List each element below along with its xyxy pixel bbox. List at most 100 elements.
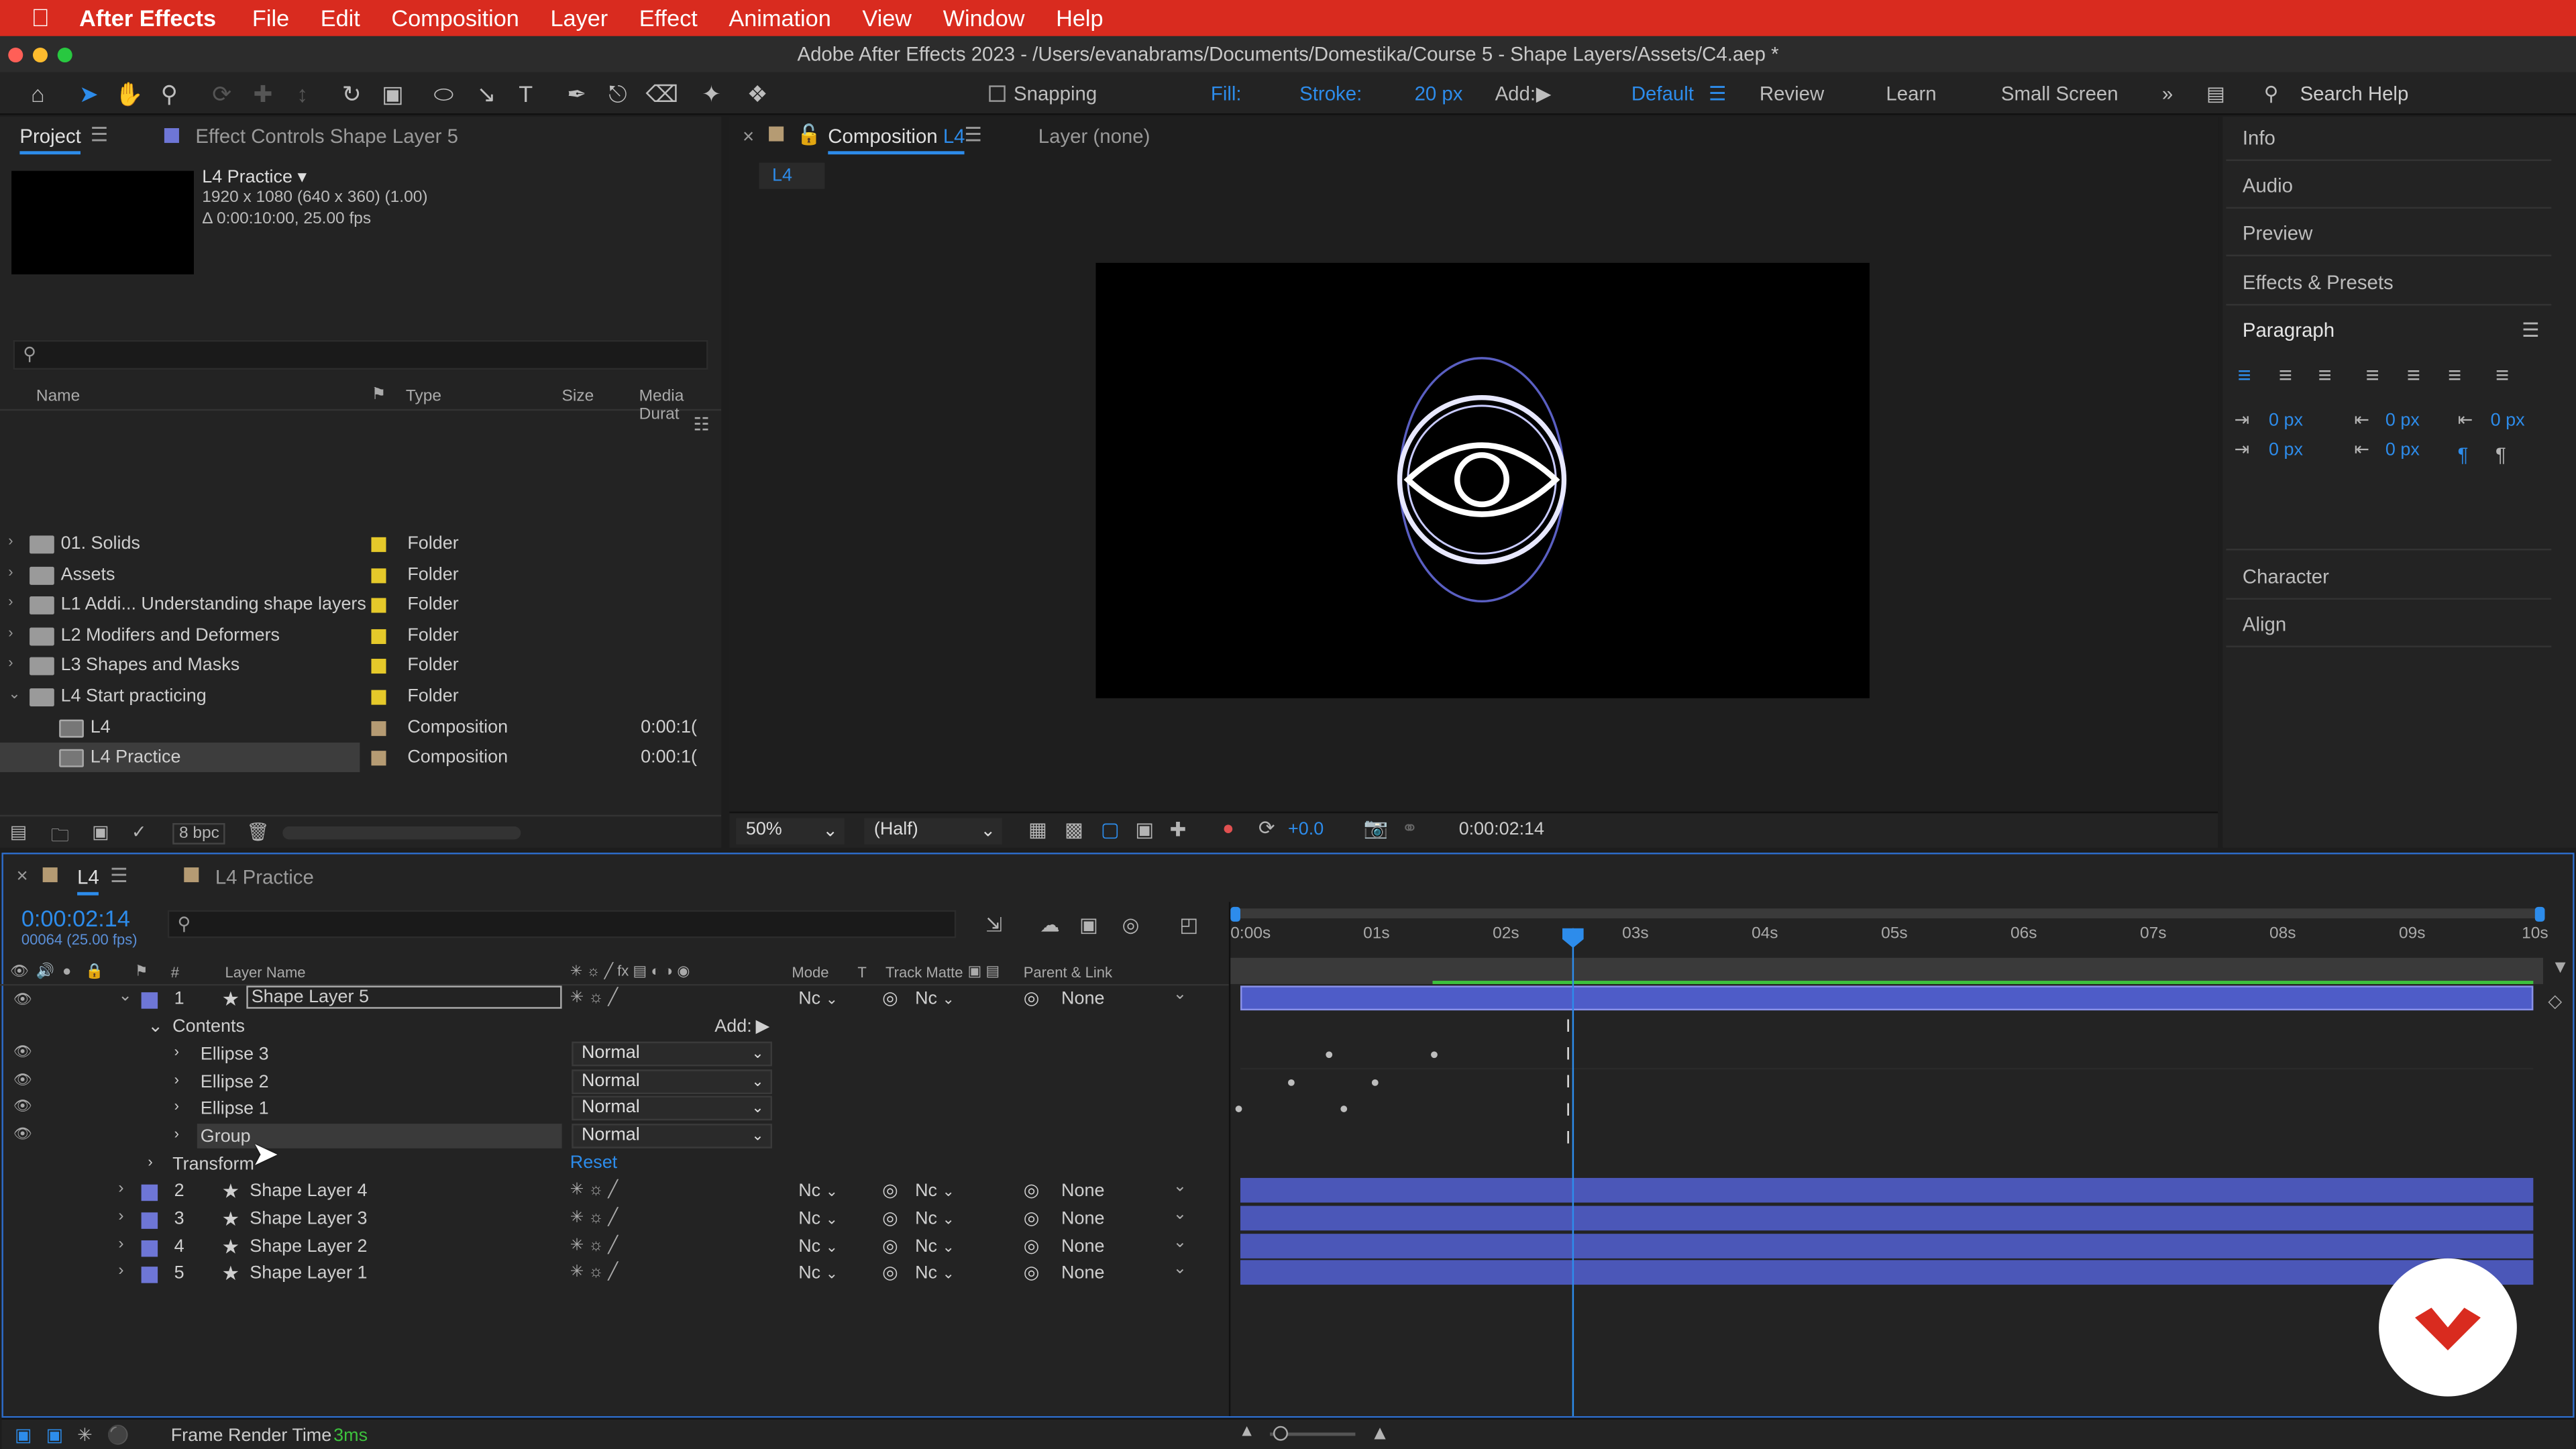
character-panel-header[interactable]: Character — [2243, 565, 2329, 588]
render-time-icon[interactable]: ⚫ — [107, 1424, 129, 1446]
zoom-tool-icon[interactable]: ⚲ — [156, 80, 182, 107]
col-mode[interactable]: Mode — [792, 965, 828, 981]
dolly-tool-icon[interactable]: ↕ — [289, 80, 315, 107]
stroke-label[interactable]: Stroke: — [1299, 82, 1362, 105]
label-color[interactable] — [371, 690, 386, 705]
expand-arrow-icon[interactable]: › — [174, 1097, 179, 1124]
comp-viewer[interactable] — [1095, 262, 1870, 698]
tab-layer[interactable]: Layer (none) — [1038, 125, 1150, 148]
info-panel-header[interactable]: Info — [2243, 127, 2275, 150]
contents-toggle[interactable]: ⌄ — [148, 1015, 163, 1041]
expand-arrow-icon[interactable]: › — [8, 532, 13, 548]
maximize-window-button[interactable] — [57, 48, 72, 63]
keyframe-ellipse1-2[interactable] — [1340, 1106, 1348, 1112]
justify-last-left-icon[interactable]: ≡ — [2366, 362, 2379, 388]
eraser-tool-icon[interactable]: ⌫ — [645, 80, 678, 107]
expand-arrow-icon[interactable]: › — [118, 1262, 123, 1280]
work-area-start-handle[interactable] — [1230, 906, 1240, 922]
label-color[interactable] — [371, 537, 386, 552]
track-matte-dropdown[interactable]: Nc ⌄ — [915, 1237, 955, 1256]
transform-toggle[interactable]: › — [148, 1153, 152, 1179]
parent-dropdown[interactable]: None — [1061, 1237, 1104, 1256]
lock-icon[interactable]: 🔓 — [797, 123, 822, 146]
contents-item-name[interactable]: Ellipse 2 — [201, 1073, 269, 1099]
menu-window[interactable]: Window — [943, 5, 1025, 31]
timeline-layer-row[interactable]: 👁 ⌄ 1 ★ Shape Layer 5 ✳ ☼ ╱ Nc ⌄ ◎ Nc ⌄ ◎ None ⌄ — [0, 985, 1229, 1014]
comp-breadcrumb-l4[interactable]: L4 — [759, 162, 825, 189]
label-color[interactable] — [371, 720, 386, 736]
color-channels-icon[interactable]: ● — [1222, 816, 1234, 839]
brush-tool-icon[interactable]: ✒ — [564, 80, 590, 107]
expand-arrow-icon[interactable]: › — [8, 655, 13, 671]
shy-layers-icon[interactable]: ▣ — [1079, 914, 1098, 936]
zoom-dropdown[interactable]: 50% ⌄ — [736, 818, 845, 845]
reset-exposure-icon[interactable]: ⟳ — [1258, 816, 1275, 839]
eye-icon[interactable]: 👁 — [13, 991, 32, 1009]
layer-bar-shape-layer-3[interactable] — [1240, 1205, 2534, 1231]
zoom-slider-handle[interactable] — [1273, 1426, 1288, 1441]
matte-pickwhip-icon[interactable]: ◎ — [882, 987, 898, 1008]
panel-menu-icon[interactable]: ☰ — [2522, 319, 2539, 341]
keyframe-ellipse2-2[interactable] — [1371, 1079, 1379, 1086]
col-name[interactable]: Name — [36, 388, 80, 406]
expand-arrow-icon[interactable]: › — [118, 1208, 123, 1226]
apple-icon[interactable]:  — [32, 4, 50, 32]
transparency-grid-icon[interactable]: ▩ — [1065, 818, 1083, 841]
expand-arrow-icon[interactable]: › — [174, 1043, 179, 1069]
layer-bar-shape-layer-1[interactable] — [1240, 1260, 2534, 1285]
panel-menu-icon[interactable]: ☰ — [110, 864, 127, 887]
layer-name[interactable]: Shape Layer 1 — [250, 1263, 367, 1283]
space-before-value[interactable]: 0 px — [2385, 411, 2420, 430]
contents-item-name[interactable]: Group — [201, 1127, 251, 1153]
parent-pickwhip-icon[interactable]: ◎ — [1024, 1179, 1040, 1201]
anchor-tool-icon[interactable]: ▣ — [380, 80, 406, 107]
home-icon[interactable]: ⌂ — [25, 80, 51, 107]
matte-pickwhip-icon[interactable]: ◎ — [882, 1236, 898, 1256]
indent-left-value[interactable]: 0 px — [2269, 411, 2303, 430]
snapshot-icon[interactable]: 📷 — [1364, 816, 1389, 839]
expand-arrow-icon[interactable]: › — [8, 594, 13, 610]
blend-mode-dropdown[interactable]: Normal ⌄ — [572, 1095, 773, 1121]
workspace-small-screen[interactable]: Small Screen — [2001, 82, 2118, 105]
timeline-layer-row[interactable]: › 4 ★ Shape Layer 2 ✳ ☼ ╱ Nc ⌄ ◎ Nc ⌄ ◎ None ⌄ — [0, 1234, 1229, 1262]
draft-3d-icon[interactable]: ☁ — [1040, 914, 1059, 936]
expand-arrow-icon[interactable]: › — [118, 1179, 123, 1197]
panel-toggle-icon[interactable]: ▤ — [2206, 82, 2225, 105]
guides-icon[interactable]: ✚ — [1170, 818, 1187, 841]
menu-effect[interactable]: Effect — [639, 5, 698, 31]
layer-switches-icons[interactable]: ✳ ☼ ╱ — [570, 1237, 618, 1255]
project-item[interactable]: L4 Composition 0:00:1( — [0, 712, 718, 742]
eye-icon[interactable]: 👁 — [13, 1126, 32, 1152]
exposure-value[interactable]: +0.0 — [1288, 820, 1324, 839]
panel-menu-icon[interactable]: ☰ — [965, 123, 982, 146]
layer-bar-shape-layer-4[interactable] — [1240, 1177, 2534, 1203]
label-color[interactable] — [371, 751, 386, 766]
justify-last-center-icon[interactable]: ≡ — [2407, 362, 2420, 388]
audio-panel-header[interactable]: Audio — [2243, 174, 2293, 197]
orbit-tool-icon[interactable]: ⟳ — [209, 80, 235, 107]
workspace-learn[interactable]: Learn — [1886, 82, 1936, 105]
align-right-icon[interactable]: ≡ — [2318, 362, 2332, 388]
keyframe-ellipse2-1[interactable] — [1288, 1079, 1295, 1086]
graph-editor-icon[interactable]: ◰ — [1179, 914, 1198, 936]
timeline-current-time[interactable]: 0:00:02:14 — [21, 905, 130, 931]
parent-pickwhip-icon[interactable]: ◎ — [1024, 1262, 1040, 1283]
col-layer-name[interactable]: Layer Name — [225, 965, 306, 981]
flowchart-icon[interactable]: ☷ — [693, 414, 709, 435]
label-color[interactable] — [371, 659, 386, 675]
layer-bar-shape-layer-2[interactable] — [1240, 1234, 2534, 1258]
pen-tool-icon[interactable]: ↘ — [473, 80, 499, 107]
justify-last-right-icon[interactable]: ≡ — [2448, 362, 2461, 388]
transfer-controls-icon[interactable]: ▣ — [46, 1424, 63, 1446]
layer-mode-dropdown[interactable]: Nc ⌄ — [798, 1237, 838, 1256]
eye-icon[interactable]: 👁 — [13, 1043, 32, 1069]
menu-edit[interactable]: Edit — [321, 5, 360, 31]
menu-animation[interactable]: Animation — [729, 5, 830, 31]
layer-switches-icons[interactable]: ✳ ☼ ╱ — [570, 989, 618, 1007]
col-type[interactable]: Type — [406, 388, 441, 406]
project-item[interactable]: › L1 Addi... Understanding shape layers Fo… — [0, 590, 718, 620]
layer-mode-dropdown[interactable]: Nc ⌄ — [798, 1263, 838, 1283]
work-area-end-handle[interactable] — [2534, 906, 2545, 922]
track-matte-dropdown[interactable]: Nc ⌄ — [915, 1181, 955, 1201]
transform-reset-link[interactable]: Reset — [570, 1153, 617, 1179]
